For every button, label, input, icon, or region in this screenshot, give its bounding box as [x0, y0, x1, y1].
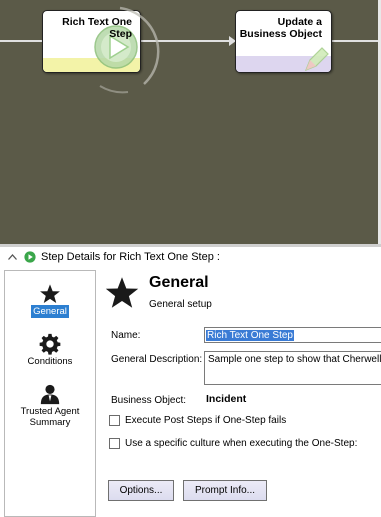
general-star-icon — [105, 277, 139, 308]
connector-line-right — [332, 40, 378, 42]
chevron-up-icon[interactable] — [6, 251, 18, 263]
execute-post-steps-checkbox[interactable] — [109, 415, 120, 426]
options-button[interactable]: Options... — [108, 480, 174, 501]
section-title: General — [149, 274, 209, 291]
section-subtitle: General setup — [149, 299, 212, 310]
name-label: Name: — [111, 330, 141, 341]
sidebar-item-label: General — [31, 305, 69, 318]
node-title-line2: Step — [109, 28, 132, 40]
connector-line-left — [0, 40, 42, 42]
node-title-line1: Rich Text One — [62, 16, 132, 28]
business-object-label: Business Object: — [111, 395, 187, 406]
business-object-value: Incident — [206, 393, 247, 405]
prompt-info-button[interactable]: Prompt Info... — [183, 480, 267, 501]
workflow-node-update-business-object[interactable]: Update a Business Object — [235, 10, 332, 73]
description-textarea[interactable]: Sample one step to show that Cherwell on… — [204, 351, 381, 385]
sidebar-item-label: Conditions — [27, 356, 73, 367]
gear-icon — [39, 333, 61, 355]
description-label: General Description: — [111, 354, 203, 365]
name-input[interactable]: Rich Text One Step — [204, 327, 381, 343]
step-details-title: Step Details for Rich Text One Step : — [41, 251, 220, 263]
step-details-sidebar: General Conditions Trusted Agent Summary — [4, 270, 96, 517]
agent-icon — [40, 384, 60, 405]
edit-pencil-icon — [304, 47, 329, 72]
use-culture-label[interactable]: Use a specific culture when executing th… — [125, 438, 357, 449]
sidebar-item-label: Trusted Agent Summary — [20, 406, 80, 428]
node-title-line2: Business Object — [239, 28, 322, 40]
sidebar-item-trusted-agent-summary[interactable]: Trusted Agent Summary — [5, 383, 95, 429]
play-icon — [24, 251, 36, 263]
name-input-value: Rich Text One Step — [206, 330, 294, 341]
execute-post-steps-label[interactable]: Execute Post Steps if One-Step fails — [125, 415, 286, 426]
star-icon — [40, 284, 60, 303]
node-title-line1: Update a — [277, 16, 322, 28]
step-details-header: Step Details for Rich Text One Step : — [0, 247, 381, 267]
use-culture-checkbox[interactable] — [109, 438, 120, 449]
workflow-canvas[interactable]: Rich Text One Step Update a Business Obj… — [0, 0, 381, 244]
sidebar-item-conditions[interactable]: Conditions — [5, 333, 95, 368]
sidebar-item-general[interactable]: General — [5, 283, 95, 318]
